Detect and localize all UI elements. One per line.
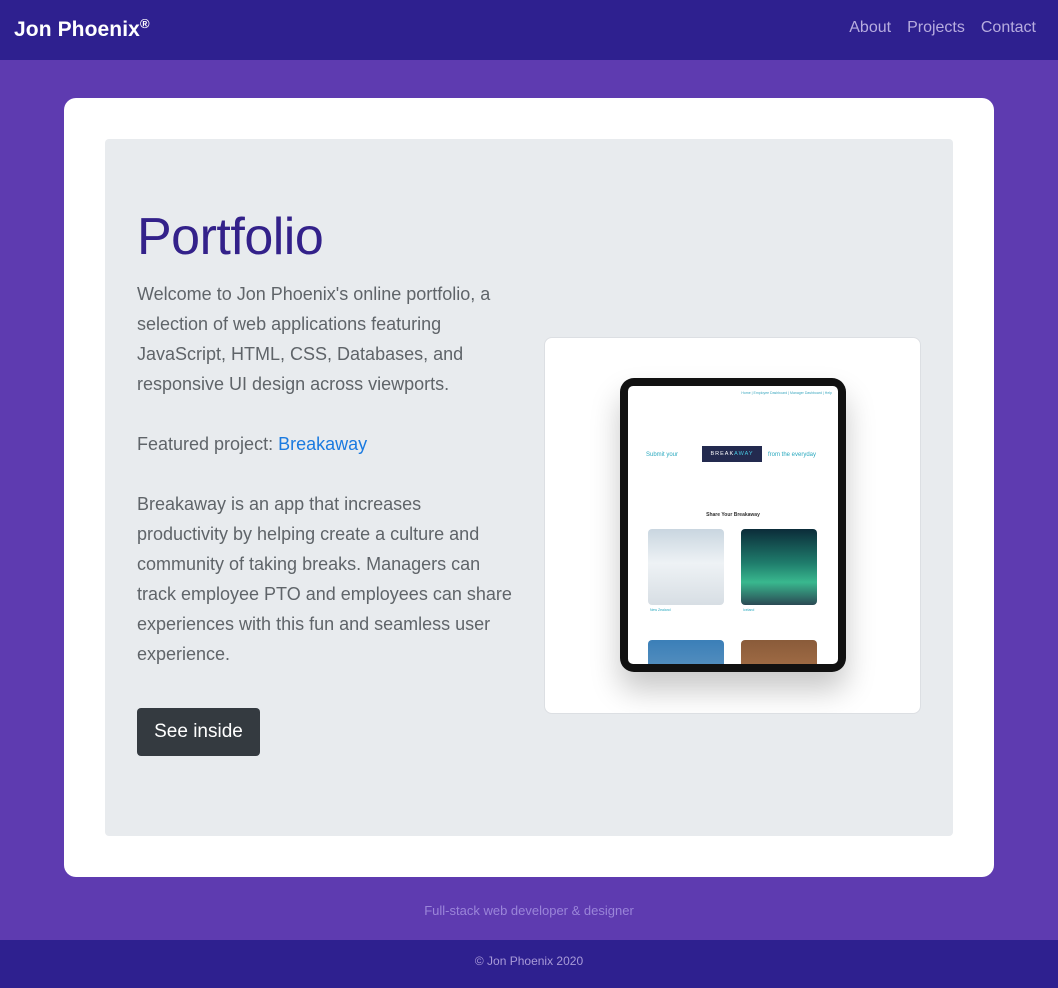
portfolio-jumbotron: Portfolio Welcome to Jon Phoenix's onlin… bbox=[105, 139, 953, 836]
footer: © Jon Phoenix 2020 bbox=[0, 940, 1058, 988]
see-inside-button[interactable]: See inside bbox=[137, 708, 260, 756]
mockup-logo: BREAKAWAY bbox=[702, 446, 762, 462]
mockup-hero: Submit your BREAKAWAY from the everyday bbox=[628, 446, 838, 466]
mockup-logo-prefix: BREAK bbox=[710, 451, 735, 457]
tablet-screen: Home | Employee Dashboard | Manager Dash… bbox=[628, 386, 838, 664]
nav-link-contact[interactable]: Contact bbox=[981, 19, 1036, 37]
intro-text: Welcome to Jon Phoenix's online portfoli… bbox=[137, 284, 491, 394]
mockup-submit-text: Submit your bbox=[646, 452, 679, 458]
featured-prefix: Featured project: bbox=[137, 434, 279, 454]
mockup-card-label: New Zealand bbox=[650, 608, 671, 612]
nav-link-about[interactable]: About bbox=[849, 19, 891, 37]
mockup-share-heading: Share Your Breakaway bbox=[706, 512, 760, 518]
mockup-logo-suffix: AWAY bbox=[734, 451, 754, 457]
mockup-photo-interior bbox=[741, 640, 817, 664]
page-title: Portfolio bbox=[137, 208, 324, 266]
mockup-photo-mountain bbox=[648, 640, 724, 664]
main-card: Portfolio Welcome to Jon Phoenix's onlin… bbox=[64, 98, 994, 877]
mockup-photo-snow bbox=[648, 529, 724, 605]
nav-link-projects[interactable]: Projects bbox=[907, 19, 965, 37]
mockup-from-text: from the everyday bbox=[768, 452, 817, 458]
featured-project-link[interactable]: Breakaway bbox=[278, 434, 367, 454]
brand-logo[interactable]: Jon Phoenix® bbox=[14, 16, 150, 42]
brand-name: Jon Phoenix bbox=[14, 18, 140, 41]
featured-project-line: Featured project: Breakaway bbox=[137, 429, 517, 459]
mockup-photo-aurora bbox=[741, 529, 817, 605]
tagline: Full-stack web developer & designer bbox=[424, 903, 634, 918]
navbar: Jon Phoenix® About Projects Contact bbox=[0, 0, 1058, 60]
mockup-nav: Home | Employee Dashboard | Manager Dash… bbox=[741, 391, 832, 395]
mockup-card-label: Iceland bbox=[743, 608, 755, 612]
registered-mark: ® bbox=[139, 16, 150, 31]
copyright-text: © Jon Phoenix 2020 bbox=[474, 954, 584, 968]
project-description: Breakaway is an app that increases produ… bbox=[137, 494, 512, 664]
tablet-mockup: Home | Employee Dashboard | Manager Dash… bbox=[620, 378, 846, 672]
nav-links: About Projects Contact bbox=[849, 19, 1036, 37]
project-preview-image[interactable]: Home | Employee Dashboard | Manager Dash… bbox=[544, 337, 921, 714]
